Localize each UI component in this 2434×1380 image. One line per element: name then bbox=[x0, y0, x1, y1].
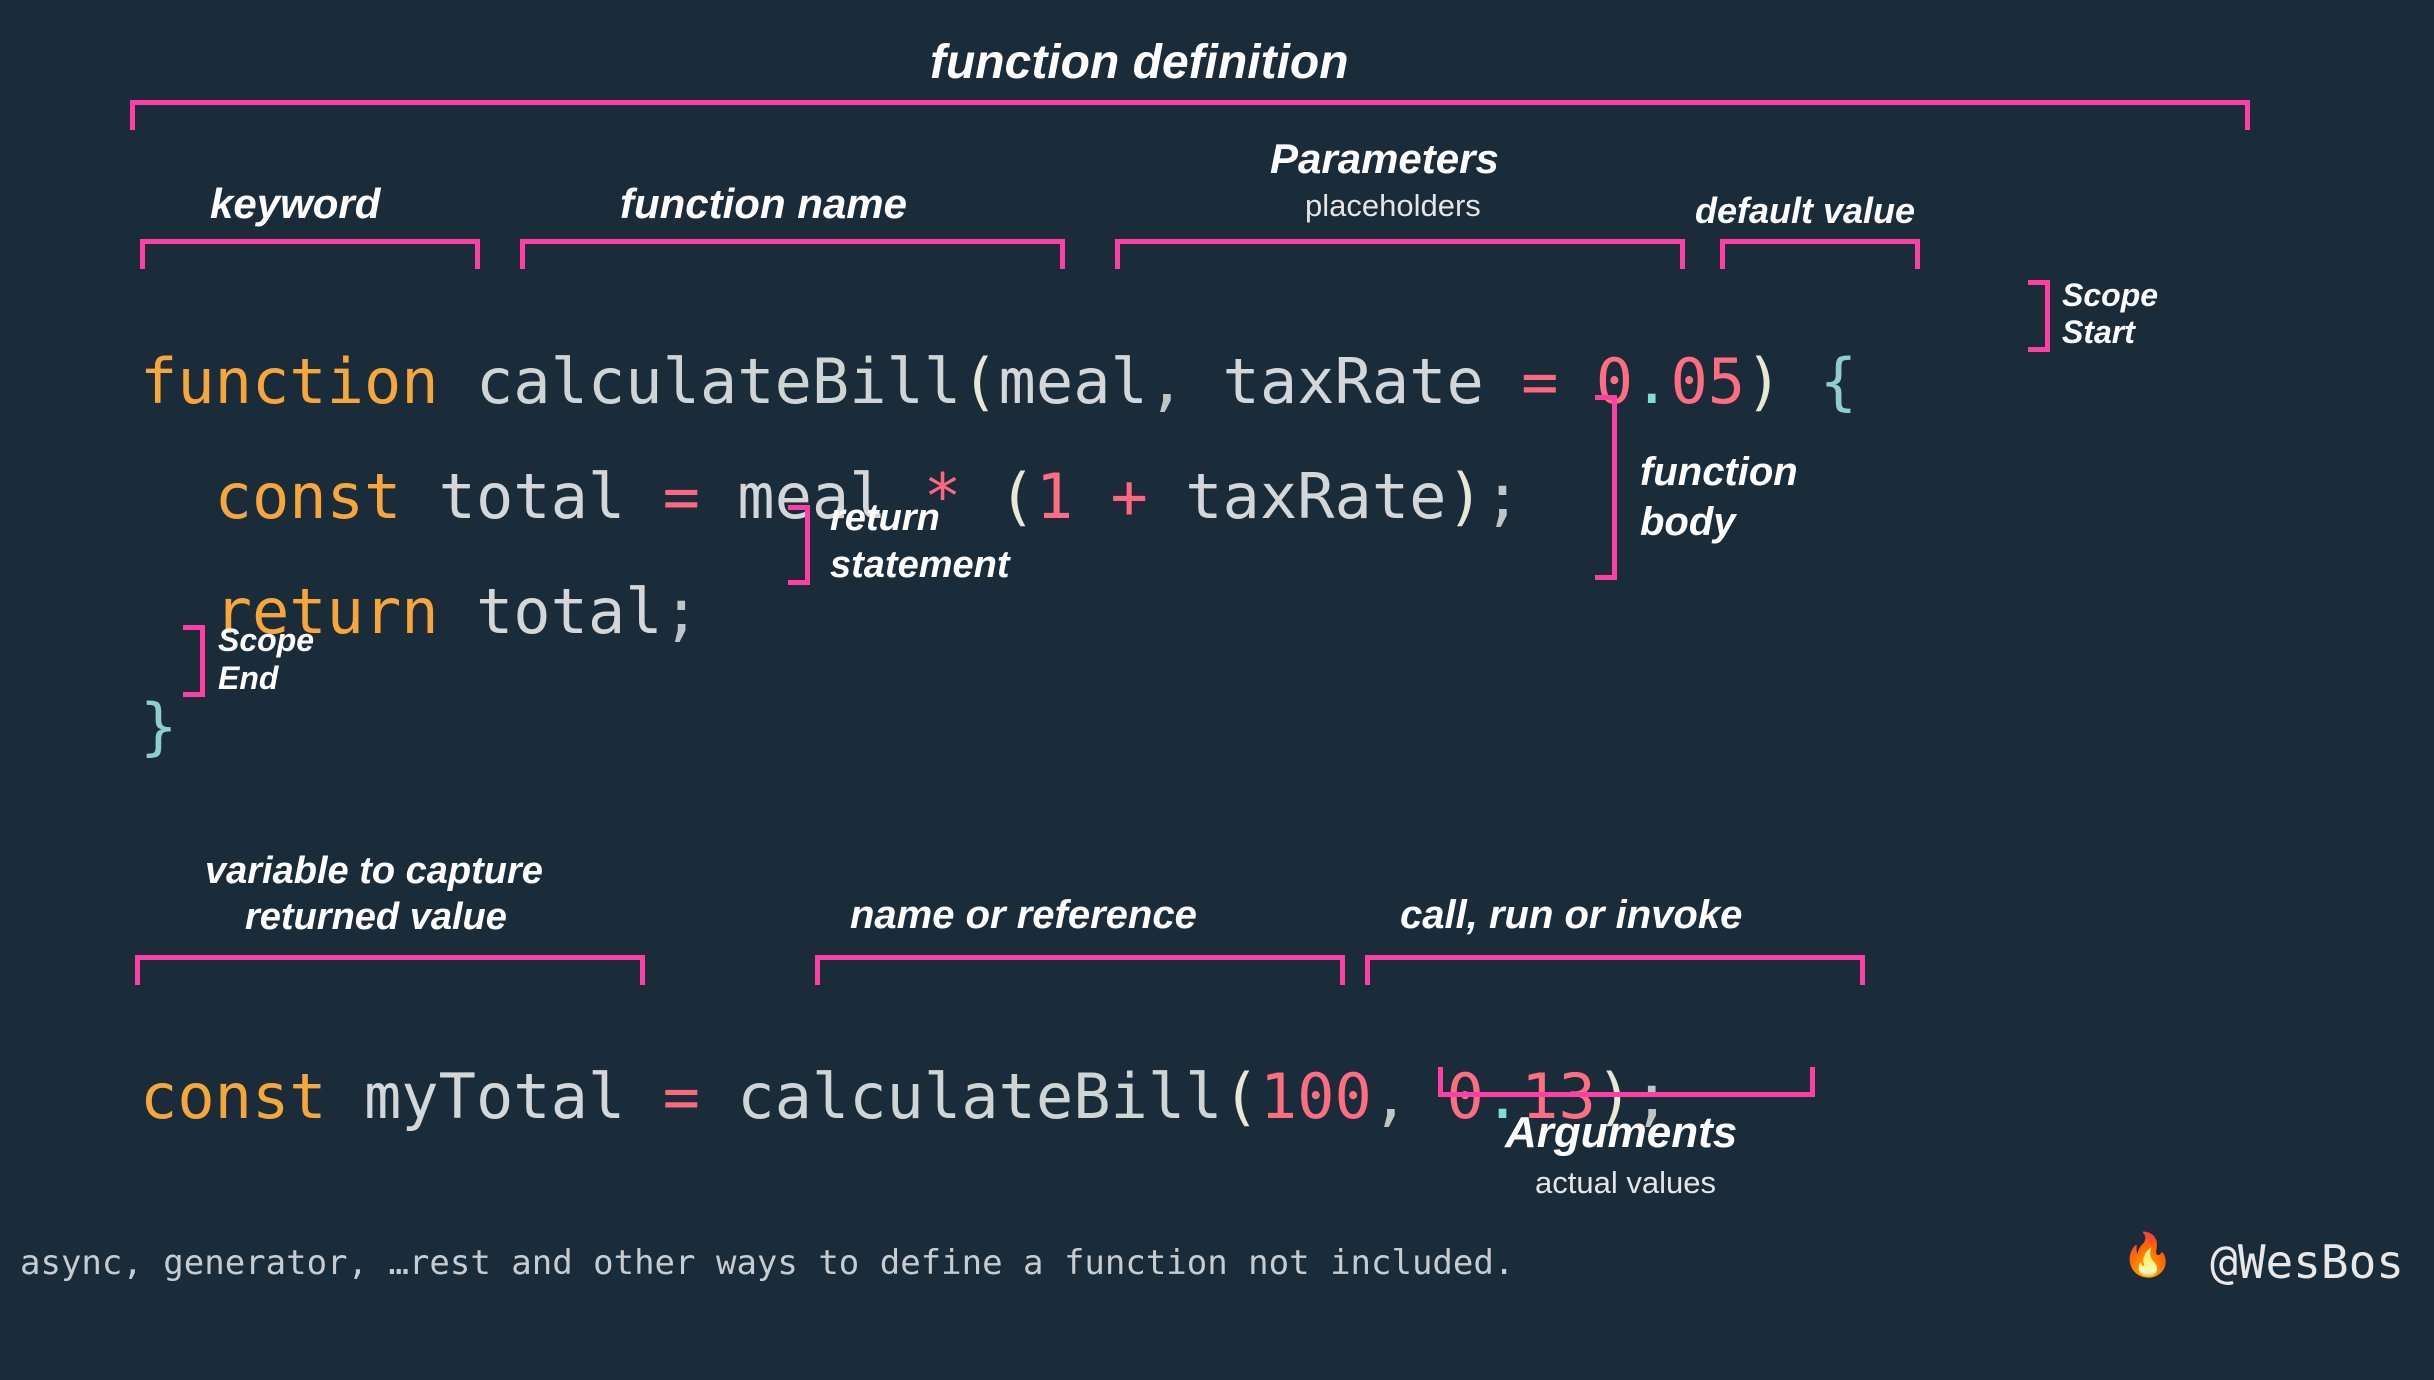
label-return-1: return bbox=[830, 497, 940, 540]
bracket-parameters bbox=[1115, 239, 1685, 269]
code-line-4: } bbox=[140, 625, 177, 761]
bracket-function-body bbox=[1595, 395, 1617, 580]
bracket-variable-capture bbox=[135, 955, 645, 985]
label-function-body-2: body bbox=[1640, 500, 1736, 545]
label-default-value: default value bbox=[1695, 190, 1915, 232]
bracket-keyword bbox=[140, 239, 480, 269]
label-variable-capture-1: variable to capture bbox=[205, 850, 543, 893]
code-keyword-const-2: const bbox=[140, 1060, 327, 1133]
label-scope-start-1: Scope bbox=[2062, 277, 2158, 314]
code-arg-1: 100 bbox=[1260, 1060, 1372, 1133]
label-scope-end-2: End bbox=[218, 660, 278, 697]
label-function-name: function name bbox=[620, 180, 907, 228]
code-scope-end-brace: } bbox=[140, 690, 177, 763]
label-variable-capture-2: returned value bbox=[245, 896, 507, 939]
bracket-return-statement bbox=[788, 505, 810, 585]
label-function-definition: function definition bbox=[930, 35, 1349, 90]
label-arguments-sub: actual values bbox=[1535, 1165, 1716, 1201]
label-keyword: keyword bbox=[210, 180, 380, 228]
footer-handle: @WesBos bbox=[2210, 1235, 2404, 1289]
bracket-arguments bbox=[1438, 1067, 1815, 1097]
label-return-2: statement bbox=[830, 544, 1010, 587]
label-parameters-sub: placeholders bbox=[1305, 188, 1481, 224]
label-name-or-reference: name or reference bbox=[850, 893, 1197, 938]
label-function-body-1: function bbox=[1640, 450, 1798, 495]
fire-icon: 🔥 bbox=[2122, 1230, 2174, 1280]
bracket-function-name bbox=[520, 239, 1065, 269]
label-call-run-invoke: call, run or invoke bbox=[1400, 893, 1742, 938]
bracket-function-definition bbox=[130, 100, 2250, 130]
code-call-line: const myTotal = calculateBill(100, 0.13)… bbox=[140, 995, 1670, 1131]
bracket-scope-start bbox=[2028, 280, 2050, 352]
code-var-mytotal: myTotal bbox=[364, 1060, 625, 1133]
label-scope-start-2: Start bbox=[2062, 314, 2135, 351]
code-scope-start-brace: { bbox=[1820, 345, 1857, 418]
bracket-default-value bbox=[1720, 239, 1920, 269]
footer-note: async, generator, …rest and other ways t… bbox=[20, 1245, 1514, 1282]
bracket-call-run-invoke bbox=[1365, 955, 1865, 985]
code-call-function-name: calculateBill bbox=[737, 1060, 1222, 1133]
label-arguments: Arguments bbox=[1505, 1108, 1737, 1158]
bracket-name-or-reference bbox=[815, 955, 1345, 985]
bracket-scope-end bbox=[183, 625, 205, 697]
label-scope-end-1: Scope bbox=[218, 622, 314, 659]
label-parameters: Parameters bbox=[1270, 135, 1499, 183]
